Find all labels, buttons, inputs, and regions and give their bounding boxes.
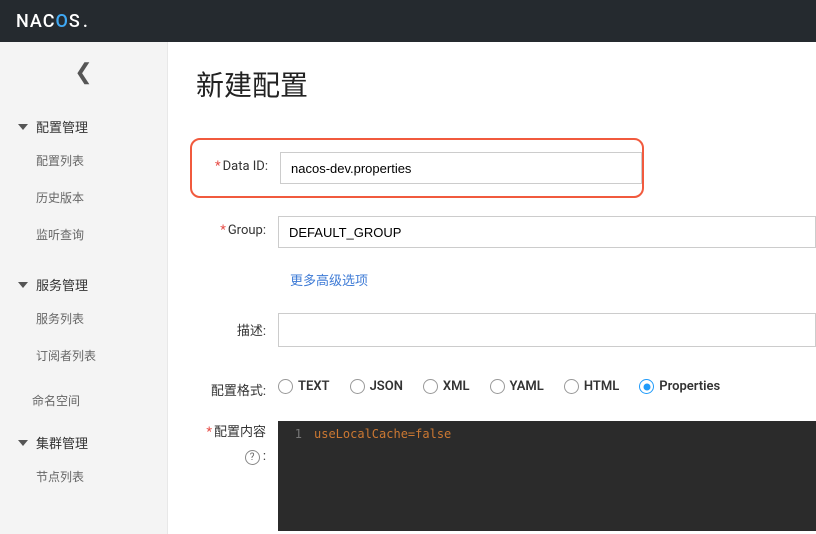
nav-group-service: 服务管理 服务列表 订阅者列表 xyxy=(0,261,167,382)
group-label: *Group: xyxy=(196,216,278,238)
content-label-col: *配置内容 ? : xyxy=(196,421,278,465)
nav-item-listener[interactable]: 监听查询 xyxy=(0,216,167,253)
format-radio-xml[interactable]: XML xyxy=(423,379,470,394)
form-row-content: *配置内容 ? : 1 useLocalCache=false xyxy=(196,421,816,531)
nav-group-header-config[interactable]: 配置管理 xyxy=(0,111,167,142)
page-title: 新建配置 xyxy=(196,64,816,104)
sidebar: ❮ 配置管理 配置列表 历史版本 监听查询 服务管理 服务列表 订阅者列表 命名… xyxy=(0,42,168,534)
format-radio-json[interactable]: JSON xyxy=(350,379,403,394)
logo: NACOS. xyxy=(16,11,89,32)
nav-item-namespace[interactable]: 命名空间 xyxy=(0,382,167,419)
format-radio-group: TEXT JSON XML YAML HTML Properties xyxy=(278,373,816,394)
nav-item-nodes[interactable]: 节点列表 xyxy=(0,458,167,495)
form-row-data-id: *Data ID: xyxy=(192,152,642,184)
advanced-options-link[interactable]: 更多高级选项 xyxy=(290,270,368,289)
code-editor[interactable]: 1 useLocalCache=false xyxy=(278,421,816,531)
nav-item-history[interactable]: 历史版本 xyxy=(0,179,167,216)
desc-textarea[interactable] xyxy=(278,313,816,347)
nav-group-label: 集群管理 xyxy=(36,433,88,452)
radio-icon xyxy=(423,379,438,394)
line-number: 1 xyxy=(278,427,314,441)
logo-post: S xyxy=(69,11,81,32)
nav-group-label: 配置管理 xyxy=(36,117,88,136)
main-content: 新建配置 *Data ID: *Group: 更多高级选项 描述: 配置格式: xyxy=(168,42,816,534)
nav-item-service-list[interactable]: 服务列表 xyxy=(0,300,167,337)
format-radio-yaml[interactable]: YAML xyxy=(490,379,544,394)
chevron-down-icon xyxy=(18,440,28,446)
nav-group-cluster: 集群管理 节点列表 xyxy=(0,419,167,503)
chevron-down-icon xyxy=(18,282,28,288)
nav-group-header-cluster[interactable]: 集群管理 xyxy=(0,427,167,458)
group-input[interactable] xyxy=(278,216,816,248)
app-header: NACOS. xyxy=(0,0,816,42)
nav-item-subscribers[interactable]: 订阅者列表 xyxy=(0,337,167,374)
radio-icon xyxy=(564,379,579,394)
data-id-label: *Data ID: xyxy=(198,152,280,174)
help-icon[interactable]: ? xyxy=(245,450,260,465)
content-label: *配置内容 xyxy=(196,421,266,440)
highlight-box: *Data ID: xyxy=(190,138,644,198)
format-radio-properties[interactable]: Properties xyxy=(639,379,720,394)
nav-group-header-service[interactable]: 服务管理 xyxy=(0,269,167,300)
format-radio-html[interactable]: HTML xyxy=(564,379,619,394)
nav-item-config-list[interactable]: 配置列表 xyxy=(0,142,167,179)
sidebar-collapse-icon[interactable]: ❮ xyxy=(0,52,167,103)
logo-pre: NAC xyxy=(16,11,56,32)
form-row-group: *Group: xyxy=(196,216,816,248)
form-row-format: 配置格式: TEXT JSON XML YAML HTML Properties xyxy=(196,373,816,399)
chevron-down-icon xyxy=(18,124,28,130)
radio-icon xyxy=(278,379,293,394)
colon: : xyxy=(260,449,266,464)
desc-label: 描述: xyxy=(196,313,278,339)
logo-accent: O xyxy=(56,11,69,32)
format-label: 配置格式: xyxy=(196,373,278,399)
format-radio-text[interactable]: TEXT xyxy=(278,379,330,394)
nav-group-config: 配置管理 配置列表 历史版本 监听查询 xyxy=(0,103,167,261)
code-text: useLocalCache=false xyxy=(314,427,451,441)
form-row-desc: 描述: xyxy=(196,313,816,351)
code-line: 1 useLocalCache=false xyxy=(278,427,816,441)
radio-icon xyxy=(350,379,365,394)
logo-dot: . xyxy=(83,11,89,32)
nav-group-label: 服务管理 xyxy=(36,275,88,294)
radio-icon xyxy=(490,379,505,394)
data-id-input[interactable] xyxy=(280,152,642,184)
radio-icon-checked xyxy=(639,379,654,394)
